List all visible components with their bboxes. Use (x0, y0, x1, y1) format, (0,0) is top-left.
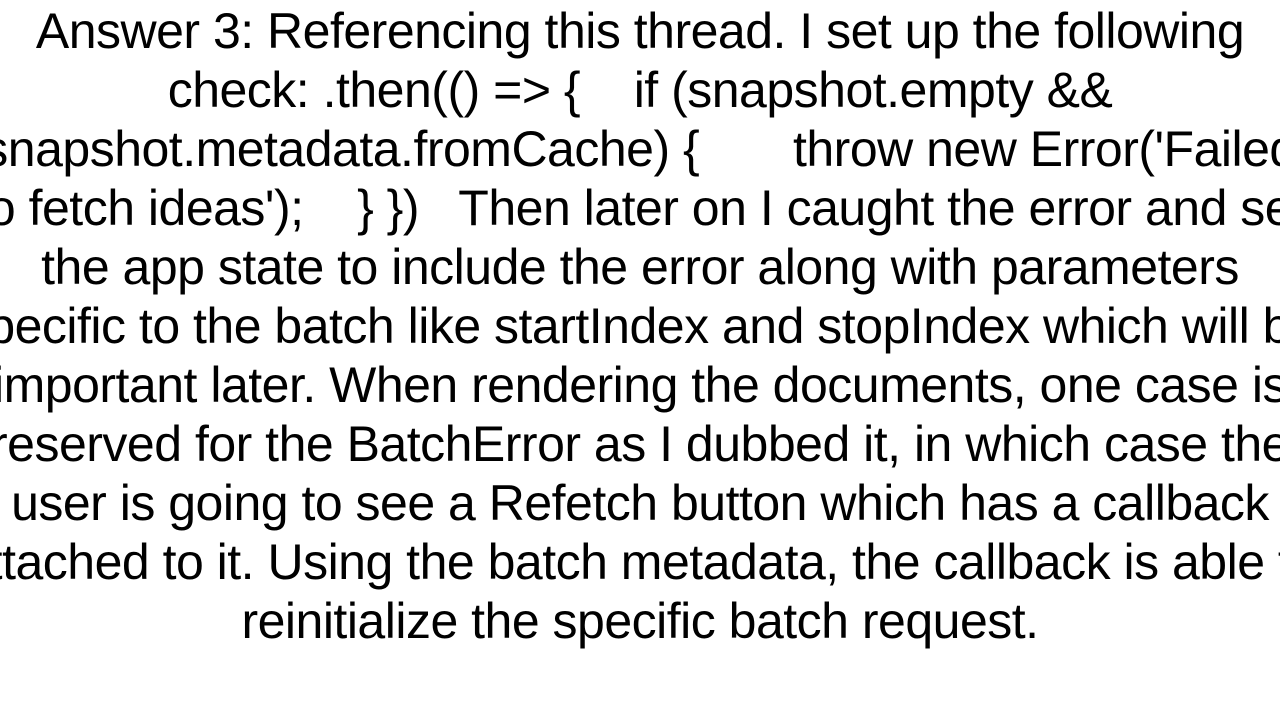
answer-body-text: Answer 3: Referencing this thread. I set… (0, 2, 1280, 651)
